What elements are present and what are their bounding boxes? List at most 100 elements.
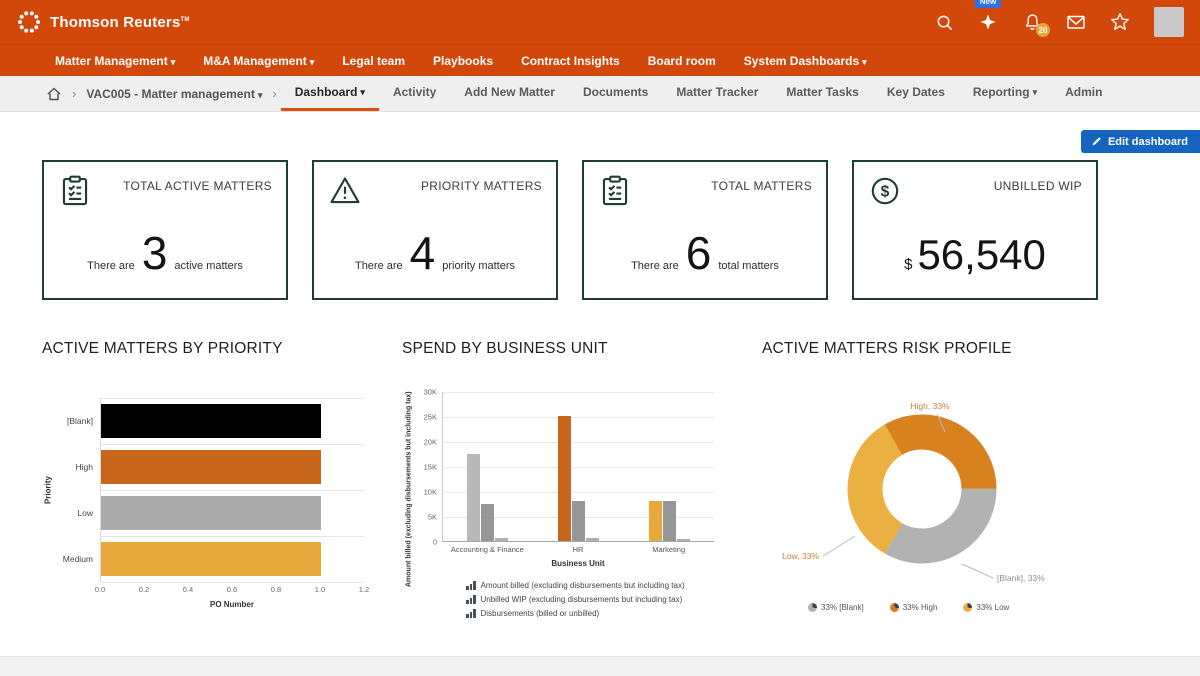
topbar-actions: New 20 — [934, 7, 1184, 37]
bar-marketing-s2[interactable] — [677, 539, 690, 541]
y-tick: 25K — [424, 413, 437, 422]
gridline — [443, 467, 714, 468]
breadcrumb-bar: › VAC005 - Matter management▾ › Dashboar… — [0, 76, 1200, 112]
category-label-marketing: Marketing — [652, 545, 685, 554]
slice-label-low: Low, 33% — [782, 551, 819, 561]
tab-admin[interactable]: Admin — [1051, 76, 1116, 111]
card-title: UNBILLED WIP — [994, 179, 1082, 193]
y-tick: 10K — [424, 488, 437, 497]
chart-active-matters-risk-profile: ACTIVE MATTERS RISK PROFILE High, 33%[Bl… — [762, 340, 1132, 612]
card-total-active-matters: TOTAL ACTIVE MATTERS There are 3 active … — [42, 160, 288, 300]
brand-logo[interactable]: Thomson ReutersTM — [16, 9, 190, 35]
breadcrumb: › VAC005 - Matter management▾ › — [46, 76, 277, 111]
tab-add-new-matter[interactable]: Add New Matter — [450, 76, 569, 111]
legend-item-33-low[interactable]: 33% Low — [963, 603, 1009, 612]
y-tick: 5K — [428, 513, 437, 522]
legend-item-33-blank[interactable]: 33% [Blank] — [808, 603, 864, 612]
card-stat: There are 4 priority matters — [314, 233, 556, 274]
priority-chart-categories: [Blank]HighLowMedium — [54, 398, 100, 609]
chart-spend-by-business-unit: SPEND BY BUSINESS UNIT Amount billed (ex… — [402, 340, 742, 618]
x-tick: 0.2 — [139, 585, 149, 594]
card-title: PRIORITY MATTERS — [421, 179, 542, 193]
card-title: TOTAL ACTIVE MATTERS — [123, 179, 272, 193]
slice-label-blank: [Blank], 33% — [997, 573, 1045, 583]
bar-high[interactable] — [101, 450, 321, 484]
card-stat: $ 56,540 — [854, 236, 1096, 274]
chart-title: ACTIVE MATTERS BY PRIORITY — [42, 340, 372, 358]
favorites-button[interactable] — [1110, 12, 1130, 32]
nav-item-board-room[interactable]: Board room — [648, 54, 716, 68]
bar-accounting-finance-s1[interactable] — [481, 504, 494, 542]
breadcrumb-separator: › — [272, 86, 276, 101]
spend-chart-xcats: Accounting & FinanceHRMarketing — [442, 545, 714, 556]
envelope-icon — [1066, 12, 1086, 32]
tab-dashboard[interactable]: Dashboard▾ — [281, 76, 379, 111]
bar-hr-s2[interactable] — [586, 538, 599, 542]
home-button[interactable] — [46, 86, 62, 102]
bar-low[interactable] — [101, 496, 321, 530]
nav-item-matter-management[interactable]: Matter Management▾ — [55, 54, 175, 68]
priority-chart-plot — [100, 398, 364, 582]
bar-marketing-s0[interactable] — [649, 501, 662, 541]
legend-item-amount-billed-excluding-disbur[interactable]: Amount billed (excluding disbursements b… — [466, 581, 714, 590]
nav-item-m-a-management[interactable]: M&A Management▾ — [203, 54, 314, 68]
tab-reporting[interactable]: Reporting▾ — [959, 76, 1051, 111]
x-tick: 1.2 — [359, 585, 369, 594]
edit-dashboard-button[interactable]: Edit dashboard — [1081, 130, 1200, 153]
dollar-circle-icon: $ — [868, 174, 902, 208]
topbar: Thomson ReutersTM New 20 — [0, 0, 1200, 44]
category-label-medium: Medium — [54, 536, 100, 582]
nav-item-contract-insights[interactable]: Contract Insights — [521, 54, 620, 68]
tab-matter-tracker[interactable]: Matter Tracker — [662, 76, 772, 111]
priority-chart-area: 0.00.20.40.60.81.01.2 PO Number — [100, 398, 364, 609]
pencil-icon — [1091, 136, 1102, 147]
chart-active-matters-by-priority: ACTIVE MATTERS BY PRIORITY Priority [Bla… — [42, 340, 372, 609]
bar-blank[interactable] — [101, 404, 321, 438]
bar-accounting-finance-s0[interactable] — [467, 454, 480, 542]
legend-item-33-high[interactable]: 33% High — [890, 603, 938, 612]
project-selector[interactable]: VAC005 - Matter management▾ — [86, 87, 262, 101]
bar-accounting-finance-s2[interactable] — [495, 538, 508, 541]
legend-label: Disbursements (billed or unbilled) — [481, 609, 600, 618]
gridline — [101, 582, 364, 583]
card-header: TOTAL ACTIVE MATTERS — [58, 174, 272, 208]
pie-icon — [808, 603, 817, 612]
tab-matter-tasks[interactable]: Matter Tasks — [772, 76, 872, 111]
spend-chart-legend: Amount billed (excluding disbursements b… — [466, 581, 714, 618]
search-button[interactable] — [934, 12, 954, 32]
legend-item-disbursements-billed-or-unbill[interactable]: Disbursements (billed or unbilled) — [466, 609, 714, 618]
bar-hr-s1[interactable] — [572, 501, 585, 541]
bar-hr-s0[interactable] — [558, 416, 571, 541]
avatar[interactable] — [1154, 7, 1184, 37]
tab-key-dates[interactable]: Key Dates — [873, 76, 959, 111]
messages-button[interactable] — [1066, 12, 1086, 32]
spend-chart-area: Accounting & FinanceHRMarketing Business… — [442, 392, 714, 618]
stat-suffix: total matters — [718, 260, 779, 272]
card-total-matters: TOTAL MATTERS There are 6 total matters — [582, 160, 828, 300]
bar-medium[interactable] — [101, 542, 321, 576]
warning-triangle-icon — [328, 174, 362, 208]
x-tick: 0.4 — [183, 585, 193, 594]
search-icon — [935, 13, 954, 32]
x-axis-label: Business Unit — [442, 559, 714, 568]
stat-suffix: priority matters — [442, 260, 515, 272]
bar-marketing-s1[interactable] — [663, 501, 676, 541]
legend-item-unbilled-wip-excluding-disburs[interactable]: Unbilled WIP (excluding disbursements bu… — [466, 595, 714, 604]
nav-item-legal-team[interactable]: Legal team — [342, 54, 405, 68]
card-header: $ UNBILLED WIP — [868, 174, 1082, 208]
x-axis-label: PO Number — [100, 600, 364, 609]
notifications-button[interactable]: 20 — [1022, 12, 1042, 32]
edit-dashboard-label: Edit dashboard — [1108, 136, 1188, 148]
thomson-reuters-logo-icon — [16, 9, 42, 35]
stat-value: 56,540 — [917, 236, 1045, 274]
nav-item-system-dashboards[interactable]: System Dashboards▾ — [744, 54, 867, 68]
ai-assistant-button[interactable]: New — [978, 12, 998, 32]
primary-nav: Matter Management▾ M&A Management▾ Legal t… — [0, 44, 1200, 76]
nav-item-playbooks[interactable]: Playbooks — [433, 54, 493, 68]
priority-chart: Priority [Blank]HighLowMedium 0.00.20.40… — [42, 398, 372, 609]
tab-activity[interactable]: Activity — [379, 76, 450, 111]
trademark: TM — [181, 17, 190, 23]
breadcrumb-separator: › — [72, 86, 76, 101]
tab-documents[interactable]: Documents — [569, 76, 662, 111]
x-tick: 0.0 — [95, 585, 105, 594]
